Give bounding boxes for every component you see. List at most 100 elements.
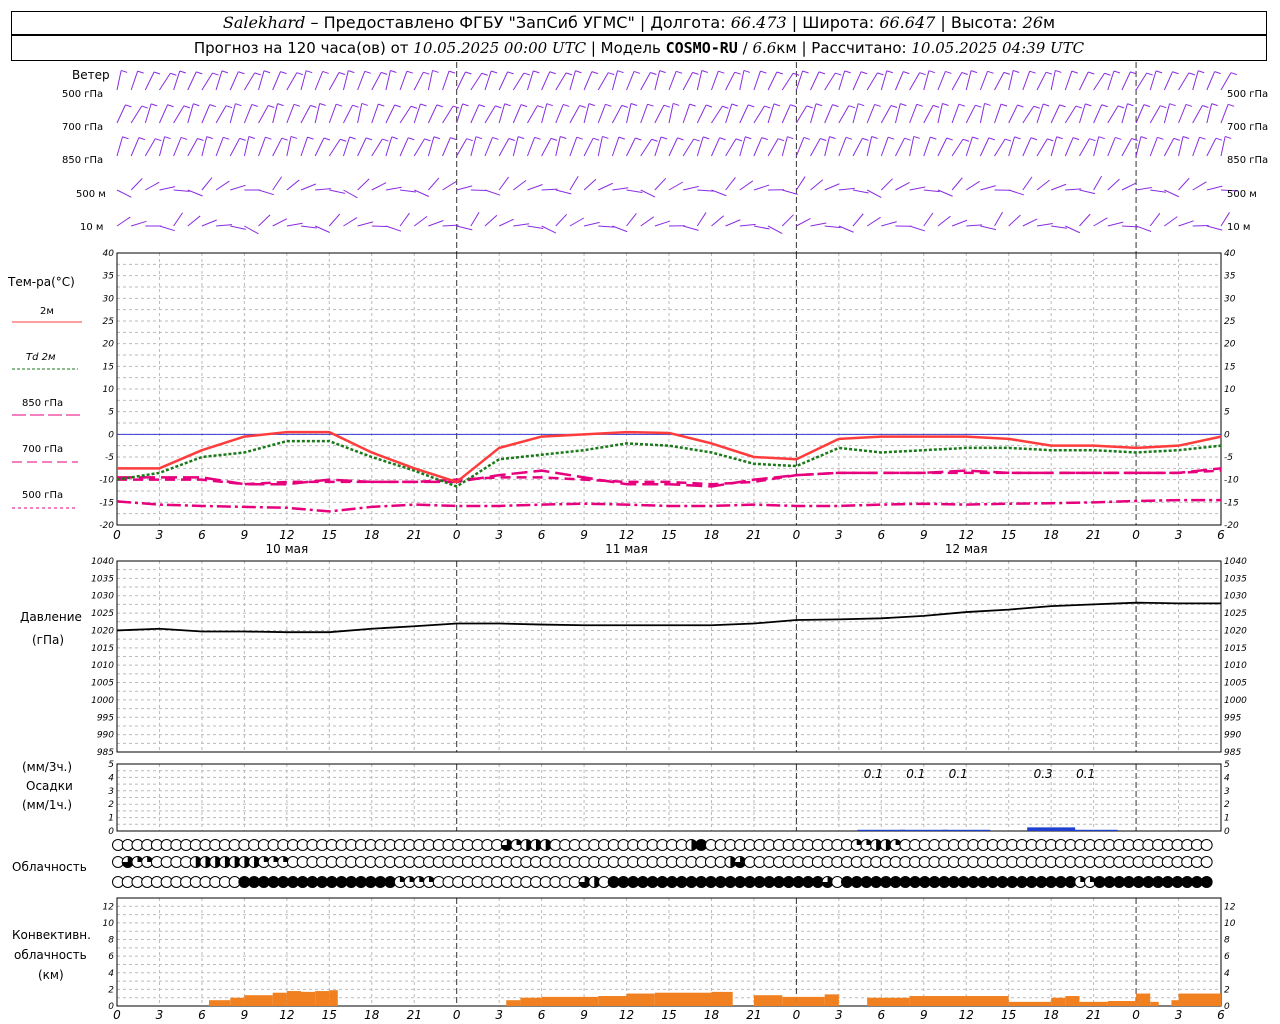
wind-barb-flag [420,103,427,107]
wind-barb-flag [534,136,541,140]
wind-barb-flag [844,70,851,74]
wind-barb [314,71,324,91]
wind-barb-flag [913,135,920,139]
pressure-panel-ytick-left: 1010 [91,661,114,671]
wind-barb-flag [705,104,713,108]
wind-barb-flag [874,103,881,107]
wind-barb [527,225,544,229]
wind-barb [484,137,493,157]
wind-barb-flag [121,69,128,73]
wind-barb [1079,138,1090,157]
wind-barb [413,138,425,157]
wind-barb [442,105,454,124]
wind-barb-flag [378,103,385,107]
wind-barb [1121,71,1131,91]
wind-barb [895,137,905,157]
wind-barb [1022,218,1038,227]
wind-barb [767,71,778,91]
precip-panel-ytick-left: 2 [108,800,114,810]
wind-barb-flag [942,103,949,106]
wind-barb-flag [916,103,923,107]
wind-barb [484,214,498,227]
wind-barb [1178,220,1194,227]
wind-barb [923,136,931,157]
wind-barb-flag [776,71,784,75]
wind-barb [1163,103,1171,124]
wind-barb-flag [1115,136,1122,140]
conv-bar [711,991,733,1006]
conv-bar [1171,1000,1179,1006]
wind-barb-flag [677,137,684,141]
wind-barb [385,225,402,232]
temp-x-tick: 0 [113,528,121,542]
conv-x-tick: 3 [1175,1008,1183,1022]
wind-barb-flag [507,71,514,75]
wind-barb [1065,225,1081,234]
wind-barb [1192,137,1201,157]
wind-barb [1093,175,1103,191]
wind-level-500m-right: 500 м [1227,189,1257,200]
temp-panel-ytick-left: -20 [99,521,114,531]
wind-barb [909,104,918,124]
wind-level-500m-left: 500 м [76,189,106,200]
conv-bar [1136,993,1151,1006]
wind-barb [810,179,824,191]
wind-barb [781,72,794,91]
wind-level-850hpa-right: 850 гПа [1227,155,1269,166]
conv-x-tick: 21 [746,1008,761,1022]
precip-panel-ytick-left: 3 [108,787,114,797]
wind-barb-flag [832,104,839,108]
wind-barb [994,72,1005,91]
wind-barb-flag [1169,103,1176,107]
wind-barb-flag [860,71,868,75]
temp-panel-ytick-right: 25 [1224,317,1236,327]
wind-barb-flag [410,105,418,109]
wind-barb [328,104,337,124]
wind-barb [1206,137,1217,157]
wind-barb-flag [352,104,359,108]
precip-bar [942,829,991,831]
wind-barb [909,136,915,157]
wind-barb-flag [745,136,752,140]
wind-barb-flag [155,138,162,142]
wind-barb-flag [660,136,668,140]
legend-t2m: 2м [40,306,54,317]
wind-barb [1022,176,1033,191]
wind-barb [527,184,543,191]
wind-barb-flag [268,105,275,108]
wind-barb [640,138,653,157]
conv-bar [209,1000,231,1006]
wind-barb [1050,183,1067,191]
pressure-panel-ytick-left: 1005 [91,679,114,689]
wind-barb [796,218,811,227]
wind-barb [116,70,122,91]
wind-barb [414,189,430,197]
wind-barb [767,225,783,234]
wind-barb [1163,138,1175,157]
wind-barb [1008,104,1018,124]
wind-barb [824,72,836,91]
wind-barb [400,189,417,193]
wind-barb-flag [1055,69,1062,73]
conv-title: Конвективн. [12,928,91,942]
wind-barb [696,70,703,91]
wind-barb-flag [1143,104,1151,108]
wind-barb [399,71,408,91]
wind-barb [1064,105,1077,124]
wind-barb [1036,179,1050,191]
wind-barb [371,225,388,228]
wind-barb-flag [433,136,441,140]
legend-t500: 500 гПа [22,490,64,501]
wind-barb [357,178,370,191]
wind-barb [923,70,930,91]
wind-barb [1121,182,1137,191]
cloud-cell-circle [1200,856,1213,868]
wind-barb-flag [225,105,233,109]
wind-barb-flag [277,103,284,107]
conv-panel-ytick-right: 4 [1224,969,1230,979]
conv-x-tick: 3 [495,1008,503,1022]
wind-barb-flag [504,103,511,107]
wind-barb [1220,136,1226,157]
wind-barb-flag [877,72,884,76]
wind-barb [569,70,576,91]
